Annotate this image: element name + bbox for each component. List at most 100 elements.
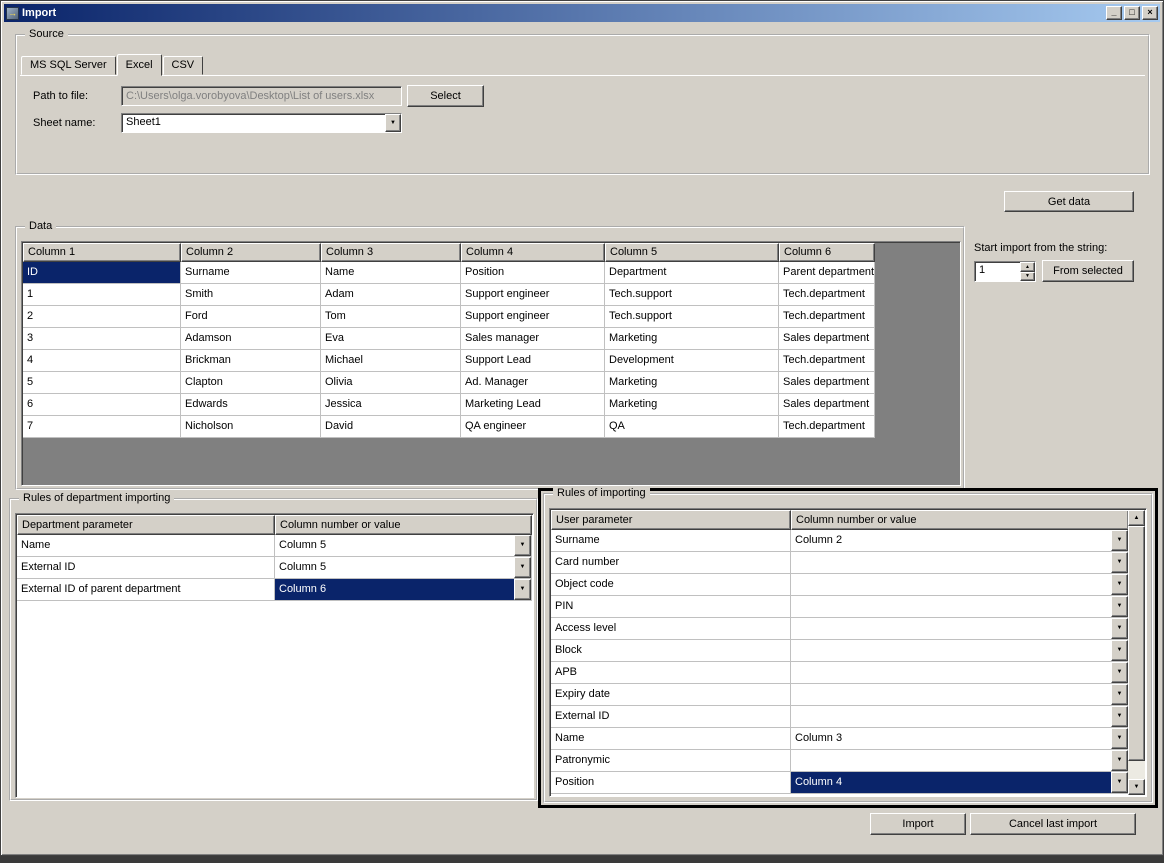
chevron-down-icon[interactable]: ▼ [1111, 750, 1128, 771]
column-header[interactable]: Column 6 [779, 243, 875, 262]
rule-param-cell[interactable]: Surname [551, 530, 791, 552]
column-header[interactable]: Department parameter [17, 515, 275, 535]
spin-down-icon[interactable]: ▼ [1020, 272, 1035, 282]
titlebar[interactable]: → Import _ □ × [4, 4, 1160, 22]
rule-value-combobox[interactable]: Column 5▼ [275, 535, 532, 557]
data-cell[interactable]: Brickman [181, 350, 321, 372]
rule-value-combobox[interactable]: ▼ [791, 552, 1129, 574]
scroll-up-icon[interactable]: ▲ [1128, 510, 1145, 526]
rule-value-combobox[interactable]: ▼ [791, 574, 1129, 596]
rule-param-cell[interactable]: PIN [551, 596, 791, 618]
data-cell[interactable]: Nicholson [181, 416, 321, 438]
data-cell[interactable]: Surname [181, 262, 321, 284]
data-cell[interactable]: Ad. Manager [461, 372, 605, 394]
spin-up-icon[interactable]: ▲ [1020, 262, 1035, 272]
chevron-down-icon[interactable]: ▼ [1111, 772, 1128, 793]
rule-param-cell[interactable]: Block [551, 640, 791, 662]
import-button[interactable]: Import [870, 813, 966, 835]
data-cell[interactable]: 2 [23, 306, 181, 328]
data-cell[interactable]: Tech.department [779, 284, 875, 306]
data-cell[interactable]: QA [605, 416, 779, 438]
rule-value-combobox[interactable]: ▼ [791, 750, 1129, 772]
rule-param-cell[interactable]: Patronymic [551, 750, 791, 772]
column-header[interactable]: Column number or value [791, 510, 1129, 530]
data-cell[interactable]: Marketing [605, 394, 779, 416]
data-cell[interactable]: Ford [181, 306, 321, 328]
rule-value-combobox[interactable]: Column 3▼ [791, 728, 1129, 750]
rule-param-cell[interactable]: Expiry date [551, 684, 791, 706]
tab-excel[interactable]: Excel [117, 54, 162, 76]
rule-value-combobox[interactable]: ▼ [791, 640, 1129, 662]
rule-param-cell[interactable]: APB [551, 662, 791, 684]
chevron-down-icon[interactable]: ▼ [1111, 728, 1128, 749]
path-to-file-input[interactable] [121, 86, 402, 106]
rule-value-combobox[interactable]: ▼ [791, 596, 1129, 618]
data-cell[interactable]: 5 [23, 372, 181, 394]
data-cell[interactable]: Sales department [779, 394, 875, 416]
rule-value-combobox[interactable]: Column 6▼ [275, 579, 532, 601]
data-cell[interactable]: Name [321, 262, 461, 284]
chevron-down-icon[interactable]: ▼ [385, 114, 401, 132]
data-cell[interactable]: Position [461, 262, 605, 284]
chevron-down-icon[interactable]: ▼ [1111, 684, 1128, 705]
rule-param-cell[interactable]: Name [17, 535, 275, 557]
chevron-down-icon[interactable]: ▼ [1111, 662, 1128, 683]
column-header[interactable]: Column number or value [275, 515, 532, 535]
data-cell[interactable]: 4 [23, 350, 181, 372]
maximize-button[interactable]: □ [1124, 6, 1140, 20]
chevron-down-icon[interactable]: ▼ [1111, 530, 1128, 551]
data-cell[interactable]: 1 [23, 284, 181, 306]
rule-param-cell[interactable]: Name [551, 728, 791, 750]
data-cell[interactable]: 7 [23, 416, 181, 438]
column-header[interactable]: Column 3 [321, 243, 461, 262]
data-cell[interactable]: Adam [321, 284, 461, 306]
chevron-down-icon[interactable]: ▼ [514, 557, 531, 578]
data-cell[interactable]: Adamson [181, 328, 321, 350]
rule-value-combobox[interactable]: Column 5▼ [275, 557, 532, 579]
data-cell[interactable]: Sales manager [461, 328, 605, 350]
tab-ms-sql-server[interactable]: MS SQL Server [21, 56, 116, 75]
from-selected-button[interactable]: From selected [1042, 260, 1134, 282]
chevron-down-icon[interactable]: ▼ [1111, 706, 1128, 727]
chevron-down-icon[interactable]: ▼ [1111, 574, 1128, 595]
scrollbar-thumb[interactable] [1128, 526, 1145, 761]
chevron-down-icon[interactable]: ▼ [1111, 596, 1128, 617]
rule-value-combobox[interactable]: ▼ [791, 684, 1129, 706]
rule-param-cell[interactable]: Card number [551, 552, 791, 574]
cancel-last-import-button[interactable]: Cancel last import [970, 813, 1136, 835]
data-cell[interactable]: Department [605, 262, 779, 284]
data-cell[interactable]: Eva [321, 328, 461, 350]
data-cell[interactable]: Marketing Lead [461, 394, 605, 416]
chevron-down-icon[interactable]: ▼ [1111, 640, 1128, 661]
data-cell[interactable]: Jessica [321, 394, 461, 416]
data-cell[interactable]: Edwards [181, 394, 321, 416]
data-cell[interactable]: 6 [23, 394, 181, 416]
data-cell[interactable]: Tech.support [605, 284, 779, 306]
close-button[interactable]: × [1142, 6, 1158, 20]
data-cell[interactable]: Parent department [779, 262, 875, 284]
rule-param-cell[interactable]: Position [551, 772, 791, 794]
data-cell[interactable]: QA engineer [461, 416, 605, 438]
get-data-button[interactable]: Get data [1004, 191, 1134, 212]
sheet-name-combobox[interactable]: Sheet1 ▼ [121, 113, 402, 133]
data-cell[interactable]: Sales department [779, 372, 875, 394]
data-cell[interactable]: David [321, 416, 461, 438]
chevron-down-icon[interactable]: ▼ [514, 535, 531, 556]
scrollbar-track[interactable] [1128, 526, 1145, 779]
rule-value-combobox[interactable]: Column 4▼ [791, 772, 1129, 794]
data-cell[interactable]: Tech.support [605, 306, 779, 328]
rule-param-cell[interactable]: Access level [551, 618, 791, 640]
data-cell[interactable]: Support engineer [461, 306, 605, 328]
column-header[interactable]: Column 5 [605, 243, 779, 262]
data-cell[interactable]: Sales department [779, 328, 875, 350]
chevron-down-icon[interactable]: ▼ [1111, 552, 1128, 573]
rule-param-cell[interactable]: External ID [17, 557, 275, 579]
column-header[interactable]: User parameter [551, 510, 791, 530]
scroll-down-icon[interactable]: ▼ [1128, 779, 1145, 795]
data-cell[interactable]: ID [23, 262, 181, 284]
chevron-down-icon[interactable]: ▼ [1111, 618, 1128, 639]
data-cell[interactable]: Olivia [321, 372, 461, 394]
data-cell[interactable]: Development [605, 350, 779, 372]
data-cell[interactable]: Clapton [181, 372, 321, 394]
minimize-button[interactable]: _ [1106, 6, 1122, 20]
